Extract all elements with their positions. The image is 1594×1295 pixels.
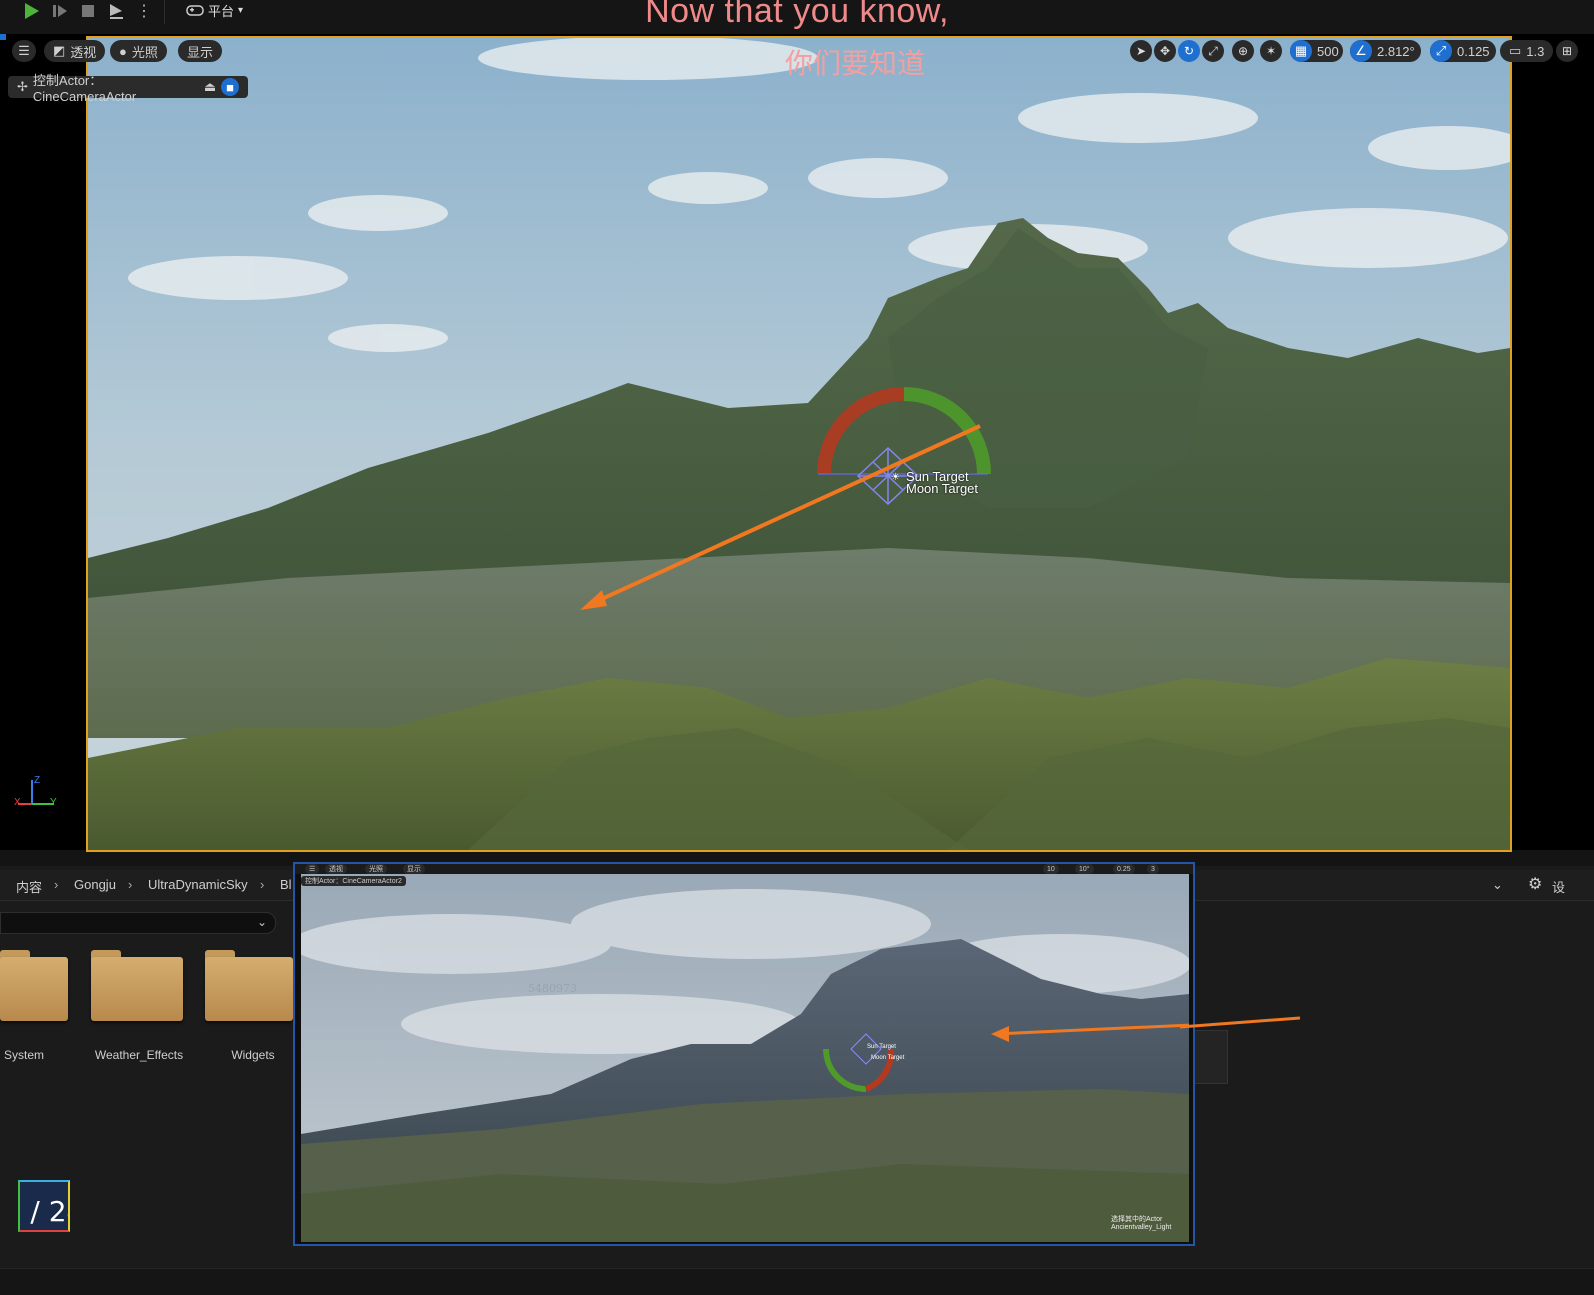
folder-system[interactable] xyxy=(0,950,68,1022)
camera-icon[interactable]: ■ xyxy=(221,78,239,96)
sphere-icon: ● xyxy=(119,43,127,59)
chevron-down-icon: ⌄ xyxy=(256,915,267,929)
surface-snap-icon[interactable]: ✶ xyxy=(1260,40,1282,62)
rotation-snap-value: 2.812° xyxy=(1377,43,1415,59)
scale-snap-icon: ⤢ xyxy=(1430,40,1452,62)
perspective-label: 透视 xyxy=(70,44,97,60)
folder-label: System xyxy=(3,1048,44,1062)
camera-speed-value: 1.3 xyxy=(1526,43,1545,59)
selected-actor-name: Ancientvalley_Light xyxy=(1111,1224,1172,1231)
reference-viewport[interactable]: ☰ 透视 光照 显示 10 10° 0.25 3 控制Actor：CineCam… xyxy=(293,862,1195,1246)
rotation-snap-button[interactable]: ∠ 2.812° xyxy=(1350,40,1421,62)
axis-x-label: X xyxy=(14,797,21,808)
scale-snap-button[interactable]: ⤢ 0.125 xyxy=(1430,40,1496,62)
reference-landscape-image xyxy=(301,874,1189,1242)
watermark-text: 5480973 xyxy=(528,982,577,995)
perspective-button[interactable]: ◩ 透视 xyxy=(44,40,106,62)
content-filter-dropdown[interactable]: ⌄ xyxy=(0,912,276,934)
breadcrumb-ultradynamicsky[interactable]: UltraDynamicSky xyxy=(148,877,248,892)
breadcrumb-gongju[interactable]: Gongju xyxy=(74,877,116,892)
eject-pilot-icon[interactable]: ⏏ xyxy=(204,79,216,95)
folder-widgets[interactable] xyxy=(205,950,293,1022)
settings-label[interactable]: 设 xyxy=(1552,877,1565,896)
viewport-menu-button[interactable]: ☰ xyxy=(12,40,36,62)
chevron-right-icon: › xyxy=(54,877,59,892)
lighting-button[interactable]: ● 光照 xyxy=(110,40,167,62)
angle-icon: ∠ xyxy=(1350,40,1372,62)
grid-icon: ▦ xyxy=(1290,40,1312,62)
mini-rotation-snap[interactable]: 10° xyxy=(1075,864,1094,874)
mini-menu-icon[interactable]: ☰ xyxy=(305,864,320,874)
select-tool-icon[interactable]: ➤ xyxy=(1130,40,1152,62)
page-counter: 0 / 24 xyxy=(18,1180,70,1232)
status-bar xyxy=(0,1268,1594,1295)
camera-speed-icon: ▭ xyxy=(1509,43,1522,58)
annotation-arrow xyxy=(1180,1016,1301,1029)
hamburger-icon: ☰ xyxy=(18,43,30,58)
page-counter-text: 0 / 24 xyxy=(20,1195,68,1228)
mini-scale-snap[interactable]: 0.25 xyxy=(1113,864,1135,874)
mini-moon-target-label: Moon Target xyxy=(871,1055,905,1061)
pilot-icon: ✢ xyxy=(17,79,28,94)
viewport-corner-marker xyxy=(0,34,6,40)
main-viewport-scene[interactable]: Sun Target Moon Target ☀ xyxy=(86,36,1512,852)
mountain-landscape-image xyxy=(88,38,1510,850)
settings-gear-icon[interactable]: ⚙ xyxy=(1528,874,1542,894)
pilot-actor-label: 控制Actor：CineCameraActor xyxy=(32,73,137,104)
breadcrumb-blueprints[interactable]: Bl xyxy=(280,877,292,892)
subtitle-english: Now that you know, xyxy=(645,0,949,30)
camera-speed-button[interactable]: ▭ 1.3 xyxy=(1500,40,1554,62)
folder-weather-effects[interactable] xyxy=(91,950,183,1022)
mini-show-button[interactable]: 显示 xyxy=(403,864,425,874)
show-button[interactable]: 显示 xyxy=(178,40,223,62)
chevron-right-icon: › xyxy=(128,877,133,892)
scale-snap-value: 0.125 xyxy=(1457,43,1490,59)
rotate-tool-icon[interactable]: ↻ xyxy=(1178,40,1200,62)
lighting-label: 光照 xyxy=(131,44,158,60)
show-label: 显示 xyxy=(187,44,214,60)
history-dropdown-icon[interactable]: ⌄ xyxy=(1492,877,1503,893)
scale-tool-icon[interactable]: ⤢ xyxy=(1202,40,1224,62)
mini-pilot-actor-label: 控制Actor：CineCameraActor2 xyxy=(301,876,406,886)
moon-target-label: Moon Target xyxy=(906,481,979,496)
mini-perspective-button[interactable]: 透视 xyxy=(325,864,347,874)
axis-y-label: Y xyxy=(50,797,57,808)
mini-grid-snap[interactable]: 10 xyxy=(1043,864,1059,874)
maximize-viewport-icon[interactable]: ⊞ xyxy=(1556,40,1578,62)
pilot-actor-bar: ✢ 控制Actor：CineCameraActor ⏏ ■ xyxy=(8,73,248,104)
sun-icon: ☀ xyxy=(891,472,900,483)
breadcrumb-content[interactable]: 内容 xyxy=(16,877,42,896)
cube-icon: ◩ xyxy=(53,43,66,58)
translate-tool-icon[interactable]: ✥ xyxy=(1154,40,1176,62)
axis-z-label: Z xyxy=(34,775,41,786)
mini-sun-target-label: Sun Target xyxy=(867,1044,896,1050)
chevron-right-icon: › xyxy=(260,877,265,892)
folder-label: Widgets xyxy=(231,1048,275,1062)
mini-camera-speed[interactable]: 3 xyxy=(1147,864,1159,874)
selected-actor-hint: 选择其中的Actor xyxy=(1111,1216,1163,1223)
grid-snap-button[interactable]: ▦ 500 xyxy=(1290,40,1343,62)
folder-label: Weather_Effects xyxy=(94,1048,184,1062)
coordinate-space-icon[interactable]: ⊕ xyxy=(1232,40,1254,62)
mini-lighting-button[interactable]: 光照 xyxy=(365,864,387,874)
grid-snap-value: 500 xyxy=(1317,43,1339,59)
